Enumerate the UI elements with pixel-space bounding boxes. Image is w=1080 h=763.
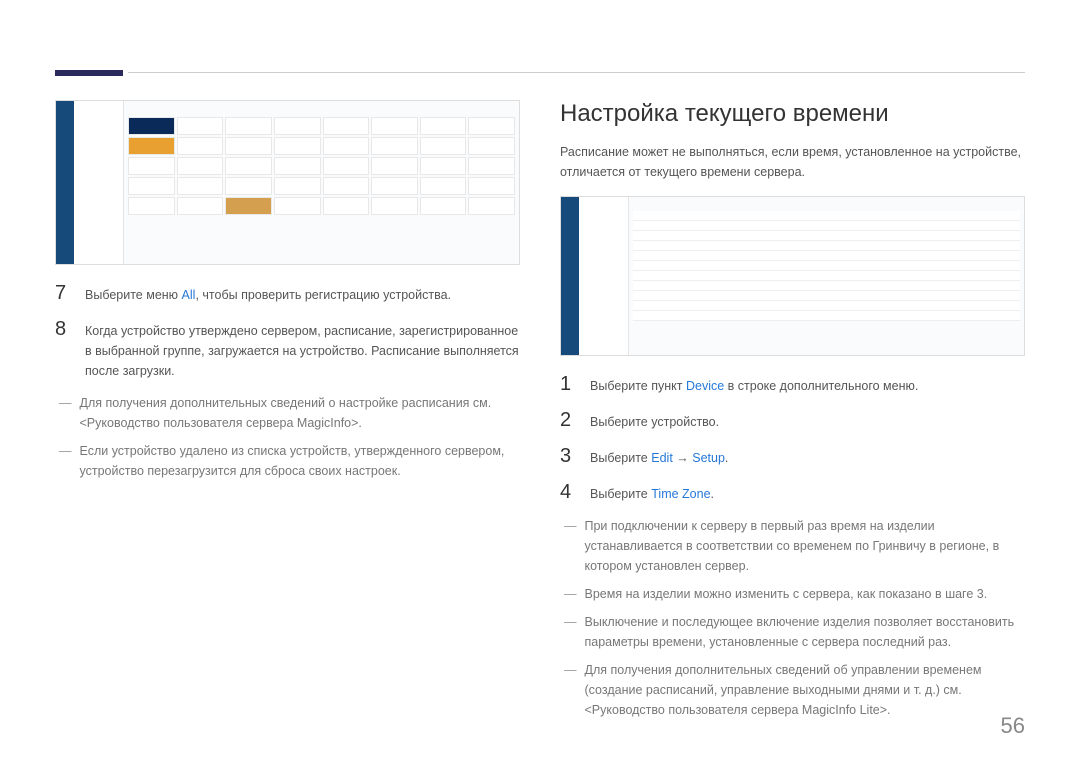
arrow-icon: → (673, 451, 692, 465)
note-text: Для получения дополнительных сведений об… (585, 660, 1026, 720)
content-columns: 7 Выберите меню All, чтобы проверить рег… (55, 100, 1025, 728)
link-all: All (182, 288, 196, 302)
step-text: Выберите Time Zone. (590, 480, 714, 504)
step-3: 3 Выберите Edit → Setup. (560, 444, 1025, 468)
dash-icon: ― (59, 441, 72, 481)
screenshot-device-setup (560, 196, 1025, 356)
note-item: ― Если устройство удалено из списка устр… (59, 441, 520, 481)
text-fragment: в строке дополнительного меню. (724, 379, 918, 393)
left-column: 7 Выберите меню All, чтобы проверить рег… (55, 100, 520, 728)
step-text: Выберите Edit → Setup. (590, 444, 728, 468)
note-item: ― Время на изделии можно изменить с серв… (564, 584, 1025, 604)
step-number: 4 (560, 480, 576, 504)
text-fragment: Выберите пункт (590, 379, 686, 393)
step-8: 8 Когда устройство утверждено сервером, … (55, 317, 520, 381)
screenshot-device-all (55, 100, 520, 265)
text-fragment: . (725, 451, 728, 465)
step-7: 7 Выберите меню All, чтобы проверить рег… (55, 281, 520, 305)
note-item: ― Для получения дополнительных сведений … (59, 393, 520, 433)
step-text: Выберите пункт Device в строке дополните… (590, 372, 918, 396)
step-number: 3 (560, 444, 576, 468)
header-divider (128, 72, 1025, 73)
link-timezone: Time Zone (651, 487, 710, 501)
step-text: Выберите меню All, чтобы проверить регис… (85, 281, 451, 305)
intro-paragraph: Расписание может не выполняться, если вр… (560, 142, 1025, 182)
link-setup: Setup (692, 451, 725, 465)
note-item: ― При подключении к серверу в первый раз… (564, 516, 1025, 576)
text-fragment: Выберите меню (85, 288, 182, 302)
note-text: Если устройство удалено из списка устрой… (80, 441, 521, 481)
left-notes: ― Для получения дополнительных сведений … (55, 393, 520, 481)
link-edit: Edit (651, 451, 673, 465)
note-item: ― Выключение и последующее включение изд… (564, 612, 1025, 652)
step-number: 2 (560, 408, 576, 432)
step-number: 8 (55, 317, 71, 341)
header-accent-bar (55, 70, 123, 76)
right-column: Настройка текущего времени Расписание мо… (560, 100, 1025, 728)
text-fragment: Выберите (590, 451, 651, 465)
note-item: ― Для получения дополнительных сведений … (564, 660, 1025, 720)
dash-icon: ― (564, 612, 577, 652)
note-text: При подключении к серверу в первый раз в… (585, 516, 1026, 576)
dash-icon: ― (564, 516, 577, 576)
step-text: Когда устройство утверждено сервером, ра… (85, 317, 520, 381)
note-text: Время на изделии можно изменить с сервер… (585, 584, 988, 604)
note-text: Выключение и последующее включение издел… (585, 612, 1026, 652)
right-notes: ― При подключении к серверу в первый раз… (560, 516, 1025, 720)
step-2: 2 Выберите устройство. (560, 408, 1025, 432)
text-fragment: , чтобы проверить регистрацию устройства… (195, 288, 451, 302)
dash-icon: ― (564, 660, 577, 720)
section-heading: Настройка текущего времени (560, 100, 1025, 128)
page-number: 56 (1001, 713, 1025, 739)
step-text: Выберите устройство. (590, 408, 719, 432)
text-fragment: Выберите (590, 487, 651, 501)
step-number: 7 (55, 281, 71, 305)
link-device: Device (686, 379, 724, 393)
step-number: 1 (560, 372, 576, 396)
dash-icon: ― (59, 393, 72, 433)
note-text: Для получения дополнительных сведений о … (80, 393, 521, 433)
text-fragment: . (711, 487, 714, 501)
step-4: 4 Выберите Time Zone. (560, 480, 1025, 504)
dash-icon: ― (564, 584, 577, 604)
step-1: 1 Выберите пункт Device в строке дополни… (560, 372, 1025, 396)
